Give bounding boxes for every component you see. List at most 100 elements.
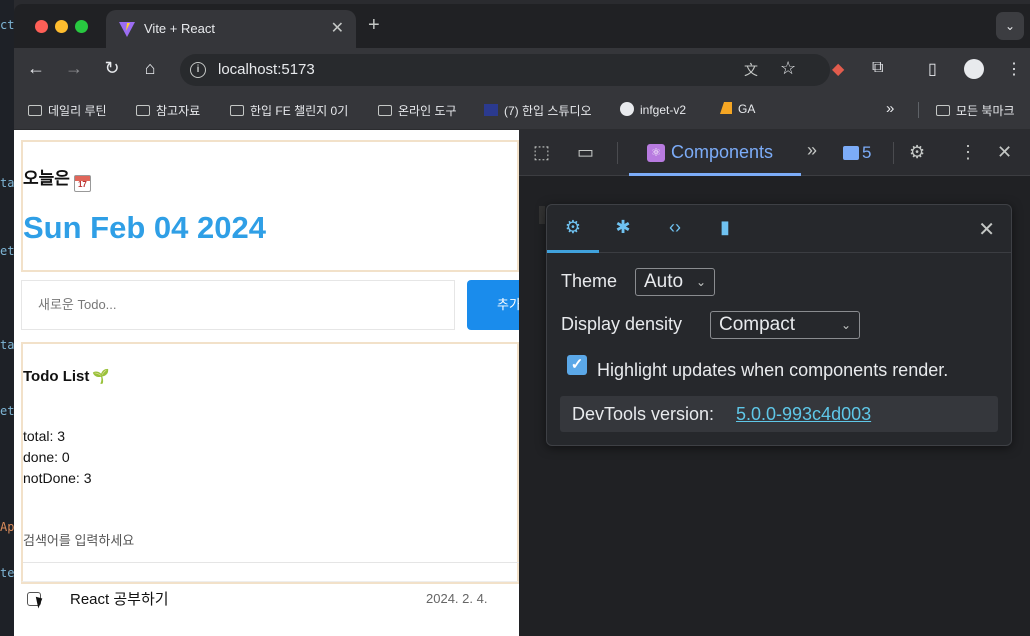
bookmark-folder[interactable]: 참고자료 (136, 102, 200, 119)
bookmark-link[interactable]: (7) 한입 스튜디오 (484, 102, 592, 119)
forward-arrow-icon[interactable]: → (62, 58, 86, 79)
more-options-icon[interactable]: ⋮ (959, 142, 977, 163)
url-text[interactable]: localhost:5173 (218, 61, 315, 78)
bookmarks-bar: 데일리 루틴 참고자료 한입 FE 챌린지 0기 온라인 도구 (7) 한입 스… (14, 90, 1030, 130)
chevron-down-icon: ⌄ (695, 275, 706, 289)
react-components-icon: ⚛ (647, 144, 665, 162)
bookmark-folder[interactable]: 한입 FE 챌린지 0기 (230, 102, 348, 119)
todo-input[interactable]: 새로운 Todo... (21, 280, 455, 330)
bookmark-folder[interactable]: 데일리 루틴 (28, 102, 107, 119)
tab-title: Vite + React (144, 21, 215, 36)
search-input[interactable]: 검색어를 입력하세요 (23, 530, 134, 549)
extension-icon[interactable]: ◆ (832, 59, 844, 79)
home-icon[interactable]: ⌂ (138, 58, 162, 79)
analytics-bar-icon (720, 102, 732, 114)
close-settings-icon[interactable]: ✕ (978, 217, 995, 242)
profile-avatar[interactable] (964, 59, 984, 79)
settings-popup: ⚙ ✱ ‹› ▮ ✕ Theme Auto ⌄ Display density … (546, 204, 1012, 446)
browser-titlebar: Vite + React ✕ + ⌄ (14, 4, 1030, 48)
sprout-icon: 🌱 (92, 368, 110, 384)
bookmark-link[interactable]: infget-v2 (620, 102, 686, 117)
version-link[interactable]: 5.0.0-993c4d003 (736, 404, 871, 425)
density-select[interactable]: Compact ⌄ (710, 311, 860, 339)
bookmark-folder[interactable]: 모든 북마크 (936, 102, 1015, 119)
header-card: 오늘은 17 Sun Feb 04 2024 (21, 140, 519, 272)
address-bar[interactable]: i localhost:5173 文 ☆ (180, 54, 830, 86)
browser-tab-active[interactable]: Vite + React ✕ (106, 10, 356, 48)
todo-list-card: Todo List 🌱 total: 3 done: 0 notDone: 3 검… (21, 342, 519, 582)
bookmark-divider (918, 102, 919, 118)
version-info: DevTools version: 5.0.0-993c4d003 (560, 396, 998, 432)
stat-not-done: notDone: 3 (23, 470, 92, 486)
folder-icon (230, 105, 244, 116)
tab-search-chevron-icon[interactable]: ⌄ (996, 12, 1024, 40)
stat-done: done: 0 (23, 449, 70, 465)
search-underline (23, 562, 519, 563)
add-todo-button[interactable]: 추가 (467, 280, 519, 330)
issues-count[interactable]: 5 (862, 143, 871, 163)
new-tab-icon[interactable]: + (368, 14, 380, 37)
side-panel-icon[interactable]: ▯ (928, 59, 937, 79)
close-window-button[interactable] (35, 20, 48, 33)
mouse-cursor-icon (35, 595, 45, 609)
tab-components[interactable]: ⚛ Components (629, 130, 801, 176)
browser-window: Vite + React ✕ + ⌄ ← → ↻ ⌂ i localhost:5… (14, 4, 1030, 636)
todo-date: 2024. 2. 4. (426, 591, 488, 606)
back-arrow-icon[interactable]: ← (24, 58, 48, 79)
inspect-element-icon[interactable]: ⬚ (533, 142, 550, 163)
active-settings-tab-indicator (547, 250, 599, 253)
components-code-icon[interactable]: ‹› (661, 217, 689, 238)
tab-close-icon[interactable]: ✕ (331, 18, 344, 38)
active-tab-indicator (629, 173, 801, 176)
web-page-viewport: 오늘은 17 Sun Feb 04 2024 새로운 Todo... 추가 Tod… (14, 130, 519, 636)
toolbar-divider (617, 142, 618, 164)
density-label: Display density (561, 314, 683, 334)
theme-select[interactable]: Auto ⌄ (635, 268, 715, 296)
highlight-updates-checkbox[interactable]: ✓ (567, 355, 587, 375)
version-label: DevTools version: (572, 404, 715, 424)
zoom-window-button[interactable] (75, 20, 88, 33)
background-code-editor: ct ta et ta et Ap te (0, 0, 14, 636)
vite-logo-icon (119, 22, 135, 37)
reload-icon[interactable]: ↻ (100, 58, 124, 79)
general-settings-gear-icon[interactable]: ⚙ (559, 217, 587, 238)
device-toolbar-icon[interactable]: ▭ (577, 142, 594, 163)
folder-icon (936, 105, 950, 116)
calendar-icon: 17 (73, 175, 91, 192)
chevron-down-icon: ⌄ (840, 318, 851, 332)
github-icon (620, 102, 634, 116)
theme-label: Theme (561, 271, 618, 291)
today-label: 오늘은 17 (23, 164, 91, 192)
debugging-bug-icon[interactable]: ✱ (609, 217, 637, 238)
stat-total: total: 3 (23, 428, 66, 444)
issues-message-icon[interactable] (843, 146, 859, 160)
toolbar-divider (893, 142, 894, 164)
folder-icon (378, 105, 392, 116)
todo-content: React 공부하기 (70, 591, 169, 608)
translate-icon[interactable]: 文 (744, 60, 758, 80)
devtools-tabbar: ⬚ ▭ ⚛ Components » 5 ⚙ ⋮ ✕ (519, 130, 1030, 176)
minimize-window-button[interactable] (55, 20, 68, 33)
bookmark-folder[interactable]: 온라인 도구 (378, 102, 457, 119)
more-menu-icon[interactable]: ⋮ (1006, 59, 1022, 79)
components-tree-edge (539, 206, 545, 224)
site-info-icon[interactable]: i (190, 62, 206, 78)
bookmark-link[interactable]: GA (720, 102, 755, 116)
extensions-puzzle-icon[interactable]: ⧉ (872, 59, 883, 77)
more-bookmarks-chevron-icon[interactable]: » (886, 100, 894, 117)
more-tabs-chevron-icon[interactable]: » (807, 140, 817, 161)
devtools-panel: ⬚ ▭ ⚛ Components » 5 ⚙ ⋮ ✕ ⚙ ✱ ‹› ▮ ✕ Th… (519, 130, 1030, 636)
today-date: Sun Feb 04 2024 (23, 210, 266, 245)
todo-editor: 새로운 Todo... 추가 (21, 280, 519, 334)
profiler-chart-icon[interactable]: ▮ (711, 217, 739, 238)
folder-icon (28, 105, 42, 116)
browser-toolbar: ← → ↻ ⌂ i localhost:5173 文 ☆ ◆ ⧉ ▯ ⋮ (14, 48, 1030, 90)
close-devtools-icon[interactable]: ✕ (997, 142, 1012, 163)
bookmark-star-icon[interactable]: ☆ (780, 58, 796, 79)
highlight-updates-label[interactable]: Highlight updates when components render… (597, 360, 948, 381)
list-title: Todo List 🌱 (23, 368, 110, 385)
site-favicon-icon (484, 104, 498, 116)
settings-gear-icon[interactable]: ⚙ (909, 142, 925, 163)
todo-item: React 공부하기 2024. 2. 4. (21, 582, 519, 636)
folder-icon (136, 105, 150, 116)
